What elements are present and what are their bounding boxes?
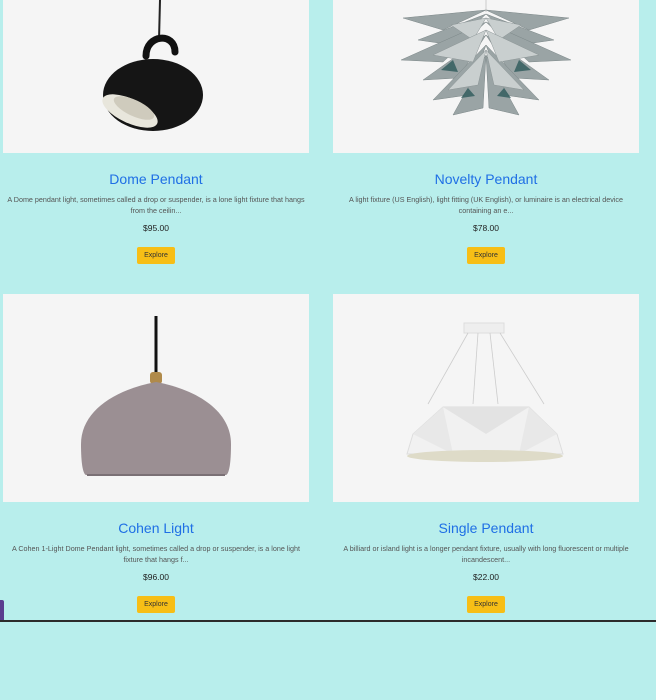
product-price: $22.00 bbox=[473, 572, 499, 582]
novelty-pendant-lamp-icon bbox=[400, 0, 572, 116]
product-price: $96.00 bbox=[143, 572, 169, 582]
product-description: A light fixture (US English), light fitt… bbox=[348, 195, 624, 215]
product-description: A billiard or island light is a longer p… bbox=[343, 544, 629, 564]
explore-button[interactable]: Explore bbox=[467, 247, 505, 264]
product-card: Single Pendant A billiard or island ligh… bbox=[333, 294, 639, 700]
explore-button[interactable]: Explore bbox=[137, 596, 175, 613]
product-image bbox=[3, 0, 309, 153]
product-title: Dome Pendant bbox=[109, 171, 203, 187]
cohen-light-lamp-icon bbox=[81, 316, 231, 476]
single-pendant-lamp-icon bbox=[406, 322, 564, 462]
product-description: A Dome pendant light, sometimes called a… bbox=[7, 195, 305, 215]
product-title: Novelty Pendant bbox=[434, 171, 538, 187]
scroll-indicator bbox=[0, 600, 4, 622]
explore-button[interactable]: Explore bbox=[137, 247, 175, 264]
product-card: Cohen Light A Cohen 1-Light Dome Pendant… bbox=[3, 294, 309, 700]
product-image bbox=[333, 0, 639, 153]
explore-button[interactable]: Explore bbox=[467, 596, 505, 613]
product-image bbox=[3, 294, 309, 502]
product-description: A Cohen 1-Light Dome Pendant light, some… bbox=[11, 544, 301, 564]
product-grid: Dome Pendant A Dome pendant light, somet… bbox=[3, 0, 639, 700]
product-title: Single Pendant bbox=[438, 520, 534, 536]
product-title: Cohen Light bbox=[118, 520, 194, 536]
product-price: $95.00 bbox=[143, 223, 169, 233]
product-image bbox=[333, 294, 639, 502]
dome-pendant-lamp-icon bbox=[102, 0, 203, 131]
product-price: $78.00 bbox=[473, 223, 499, 233]
